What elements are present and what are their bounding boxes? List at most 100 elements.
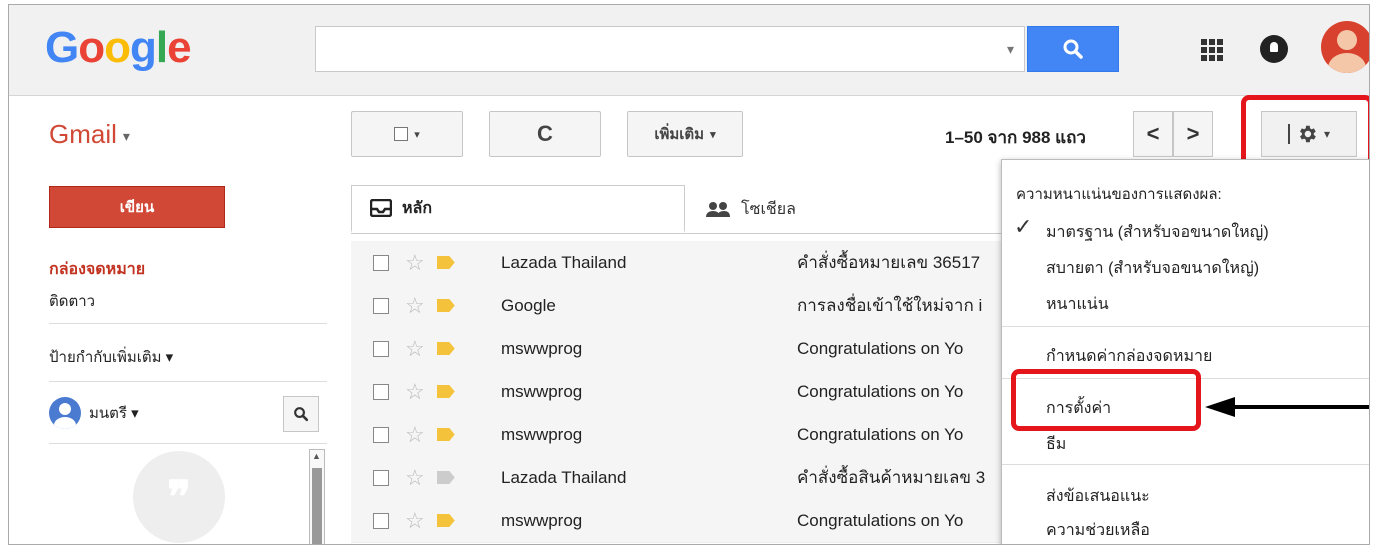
menu-item-comfortable[interactable]: สบายตา (สำหรับจอขนาดใหญ่) <box>1046 256 1259 281</box>
logo-letter: G <box>45 23 79 72</box>
density-header: ความหนาแน่นของการแสดงผล: <box>1016 186 1222 203</box>
sidebar-scrollbar[interactable]: ▲ <box>309 449 325 544</box>
table-row[interactable]: ☆ mswwprog Congratulations on Yo <box>351 499 1011 543</box>
table-row[interactable]: ☆ Google การลงชื่อเข้าใช้ใหม่จาก i <box>351 284 1011 328</box>
user-avatar <box>49 397 81 429</box>
settings-highlight-box <box>1011 369 1201 431</box>
sidebar-item-followup[interactable]: ติดตาว <box>49 289 95 313</box>
tab-primary[interactable]: หลัก <box>351 185 685 233</box>
refresh-icon: C <box>537 121 553 146</box>
apps-grid-icon[interactable] <box>1201 39 1223 61</box>
divider <box>49 323 327 324</box>
row-checkbox[interactable] <box>373 469 389 486</box>
importance-marker-icon[interactable] <box>436 428 455 441</box>
importance-marker-icon[interactable] <box>436 299 455 312</box>
row-checkbox[interactable] <box>373 426 389 443</box>
star-icon[interactable]: ☆ <box>405 250 425 276</box>
scroll-up-icon[interactable]: ▲ <box>312 451 321 461</box>
gmail-label: Gmail <box>49 119 117 149</box>
importance-marker-icon[interactable] <box>436 514 455 527</box>
menu-item-help[interactable]: ความช่วยเหลือ <box>1046 518 1150 543</box>
page-count: 1–50 จาก 988 แถว <box>945 128 1086 147</box>
star-icon[interactable]: ☆ <box>405 379 425 405</box>
hangouts-search-button[interactable] <box>283 396 319 432</box>
menu-item-themes[interactable]: ธีม <box>1046 432 1066 457</box>
table-row[interactable]: ☆ Lazada Thailand คำสั่งซื้อหมายเลข 36517 <box>351 241 1011 285</box>
importance-marker-icon[interactable] <box>436 471 455 484</box>
search-input[interactable]: ▾ <box>315 26 1025 72</box>
refresh-button[interactable]: C <box>489 111 601 157</box>
email-subject: คำสั่งซื้อสินค้าหมายเลข 3 <box>797 468 986 487</box>
email-subject: Congratulations on Yo <box>797 424 964 444</box>
sidebar-item-inbox[interactable]: กล่องจดหมาย <box>49 257 145 282</box>
email-subject: คำสั่งซื้อหมายเลข 36517 <box>797 253 981 272</box>
menu-item-send-feedback[interactable]: ส่งข้อเสนอแนะ <box>1046 484 1150 509</box>
inbox-tab-icon <box>370 199 392 217</box>
pointer-arrow-icon <box>1205 397 1369 417</box>
tab-social-label: โซเชียล <box>741 200 796 218</box>
email-subject: การลงชื่อเข้าใช้ใหม่จาก i <box>797 296 983 315</box>
prev-page-button[interactable]: < <box>1133 111 1173 157</box>
logo-letter: o <box>104 23 131 72</box>
chevron-left-icon: < <box>1146 121 1160 146</box>
tab-primary-label: หลัก <box>402 199 433 217</box>
star-icon[interactable]: ☆ <box>405 336 425 362</box>
email-sender: mswwprog <box>501 510 583 530</box>
table-row[interactable]: ☆ Lazada Thailand คำสั่งซื้อสินค้าหมายเลข … <box>351 456 1011 500</box>
email-subject: Congratulations on Yo <box>797 510 964 530</box>
chevron-down-icon: ▾ <box>414 128 420 141</box>
email-sender: mswwprog <box>501 424 583 444</box>
email-sender: mswwprog <box>501 338 583 358</box>
search-icon <box>294 407 309 422</box>
next-page-button[interactable]: > <box>1173 111 1213 157</box>
compose-button[interactable]: เขียน <box>49 186 225 228</box>
row-checkbox[interactable] <box>373 254 389 271</box>
search-options-chevron-icon[interactable]: ▾ <box>1007 41 1014 58</box>
row-checkbox[interactable] <box>373 297 389 314</box>
importance-marker-icon[interactable] <box>436 256 455 269</box>
scrollbar-thumb[interactable] <box>312 468 322 544</box>
star-icon[interactable]: ☆ <box>405 422 425 448</box>
menu-item-standard[interactable]: มาตรฐาน (สำหรับจอขนาดใหญ่) <box>1046 220 1269 245</box>
hangouts-user[interactable]: มนตรี ▾ <box>49 397 139 429</box>
star-icon[interactable]: ☆ <box>405 508 425 534</box>
more-button[interactable]: เพิ่มเติม ▾ <box>627 111 743 157</box>
sidebar-item-more-labels[interactable]: ป้ายกำกับเพิ่มเติม ▾ <box>49 345 173 369</box>
search-button[interactable] <box>1027 26 1119 72</box>
importance-marker-icon[interactable] <box>436 342 455 355</box>
tab-social[interactable]: โซเชียล <box>687 185 1007 233</box>
email-sender: Google <box>501 295 556 315</box>
star-icon[interactable]: ☆ <box>405 293 425 319</box>
menu-item-compact[interactable]: หนาแน่น <box>1046 292 1109 317</box>
importance-marker-icon[interactable] <box>436 385 455 398</box>
google-logo[interactable]: Google <box>45 23 192 73</box>
more-label: เพิ่มเติม <box>654 126 705 143</box>
top-bar: Google ▾ <box>9 5 1369 96</box>
email-subject: Congratulations on Yo <box>797 381 964 401</box>
people-icon <box>706 202 730 217</box>
divider <box>1002 326 1369 327</box>
select-checkbox[interactable] <box>394 127 409 141</box>
email-subject: Congratulations on Yo <box>797 338 964 358</box>
avatar[interactable] <box>1321 21 1369 73</box>
row-checkbox[interactable] <box>373 512 389 529</box>
compose-label: เขียน <box>119 199 155 216</box>
chevron-down-icon: ▾ <box>710 128 716 141</box>
gmail-menu[interactable]: Gmail ▾ <box>49 119 130 150</box>
logo-letter: g <box>130 23 157 72</box>
logo-letter: l <box>155 23 168 72</box>
star-icon[interactable]: ☆ <box>405 465 425 491</box>
menu-item-configure-inbox[interactable]: กำหนดค่ากล่องจดหมาย <box>1046 344 1212 369</box>
table-row[interactable]: ☆ mswwprog Congratulations on Yo <box>351 370 1011 414</box>
select-all-button[interactable]: ▾ <box>351 111 463 157</box>
chevron-right-icon: > <box>1186 121 1200 146</box>
settings-dropdown-menu: ความหนาแน่นของการแสดงผล: ✓ มาตรฐาน (สำหร… <box>1001 159 1369 544</box>
table-row[interactable]: ☆ mswwprog Congratulations on Yo <box>351 413 1011 457</box>
row-checkbox[interactable] <box>373 383 389 400</box>
notifications-icon[interactable] <box>1260 35 1288 63</box>
row-checkbox[interactable] <box>373 340 389 357</box>
divider <box>49 381 327 382</box>
email-sender: Lazada Thailand <box>501 252 627 272</box>
logo-letter: e <box>167 23 192 72</box>
table-row[interactable]: ☆ mswwprog Congratulations on Yo <box>351 327 1011 371</box>
